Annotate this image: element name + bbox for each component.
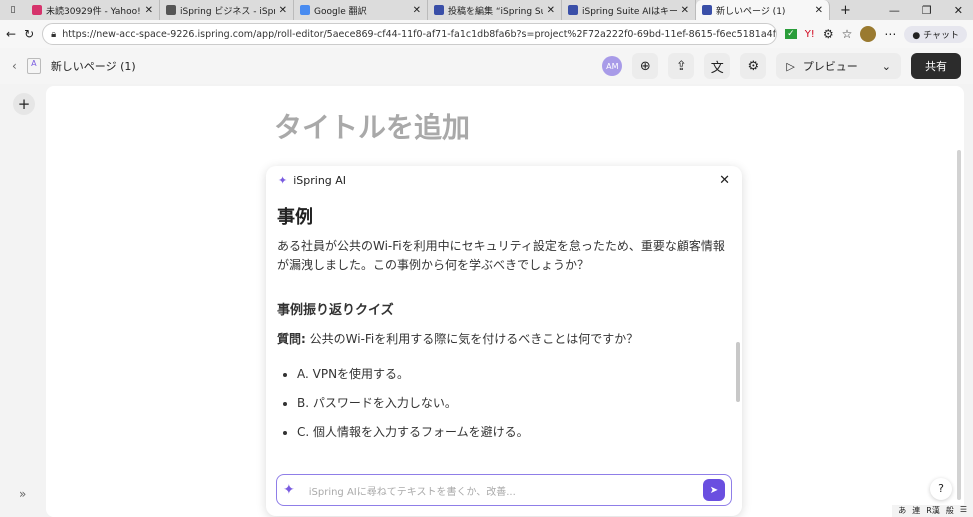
yahoo-extension-icon[interactable]: Y! (805, 29, 815, 40)
close-tab-icon[interactable]: ✕ (815, 5, 823, 16)
page-name[interactable]: 新しいページ (1) (51, 58, 136, 74)
site-icon (568, 5, 578, 15)
copilot-chat-button[interactable]: ● チャット (904, 25, 967, 43)
title-input[interactable]: タイトルを追加 (274, 106, 470, 146)
tab-actions-icon[interactable]: ▯ (0, 5, 26, 15)
settings-icon[interactable]: ⚙ (740, 53, 767, 79)
close-tab-icon[interactable]: ✕ (413, 5, 421, 16)
close-tab-icon[interactable]: ✕ (145, 5, 153, 16)
sparkle-icon: ✦ (278, 173, 288, 187)
preview-button[interactable]: ▷ プレビュー ⌄ (776, 53, 901, 79)
site-icon (434, 5, 444, 15)
question: 質問: 公共のWi-Fiを利用する際に気を付けるべきことは何ですか？ (277, 332, 639, 346)
tab-bar: ▯ 未読30929件 - Yahoo!メール✕ iSpring ビジネス - i… (0, 0, 973, 20)
ime-dictionary[interactable]: 般 (946, 505, 954, 517)
expand-sidebar-icon[interactable]: » (19, 487, 26, 501)
google-translate-icon (300, 5, 310, 15)
back-icon[interactable]: ‹ (12, 59, 17, 73)
tab-3[interactable]: 投稿を編集 “iSpring Suite AI✕ (428, 0, 562, 20)
export-icon[interactable]: ⇪ (668, 53, 695, 79)
play-icon: ▷ (786, 59, 795, 73)
ime-mode[interactable]: あ (898, 505, 906, 517)
extension-check-icon[interactable]: ✓ (785, 29, 797, 39)
tab-4[interactable]: iSpring Suite AIはキーワードから✕ (562, 0, 696, 20)
panel-scrollbar[interactable] (736, 342, 740, 402)
page-scrollbar[interactable] (957, 150, 961, 500)
share-button[interactable]: 共有 (911, 53, 961, 79)
avatar[interactable]: AM (602, 56, 623, 76)
send-button[interactable]: ➤ (703, 479, 725, 501)
editor-toolbar: ‹ A 新しいページ (1) AM ⊕ ⇪ 文 ⚙ ▷ プレビュー ⌄ 共有 (0, 48, 973, 84)
tab-0[interactable]: 未読30929件 - Yahoo!メール✕ (26, 0, 160, 20)
add-user-icon[interactable]: ⊕ (632, 53, 659, 79)
option-b: B. パスワードを入力しない。 (297, 394, 732, 413)
ime-kanji[interactable]: R漢 (926, 505, 940, 517)
profile-avatar[interactable] (860, 26, 877, 42)
sparkle-icon: ✦ (283, 482, 295, 498)
restore-icon[interactable]: ❐ (922, 4, 932, 17)
minimize-icon[interactable]: — (889, 4, 900, 17)
lock-icon: 🔒︎ (51, 28, 57, 40)
more-icon[interactable]: ⋯ (884, 27, 896, 41)
add-block-button[interactable]: + (13, 93, 35, 115)
ime-conversion[interactable]: 連 (912, 505, 920, 517)
yahoo-icon (32, 5, 42, 15)
ime-toolbar: あ 連 R漢 般 ☰ (892, 505, 973, 517)
close-tab-icon[interactable]: ✕ (547, 5, 555, 16)
close-window-icon[interactable]: ✕ (954, 4, 963, 17)
option-c: C. 個人情報を入力するフォームを避ける。 (297, 423, 732, 442)
ai-prompt-input[interactable]: ✦ iSpring AIに尋ねてテキストを書くか、改善... ➤ (276, 474, 732, 506)
tab-2[interactable]: Google 翻訳 ✕ (294, 0, 428, 20)
new-tab-icon[interactable]: + (830, 3, 861, 18)
chevron-down-icon[interactable]: ⌄ (882, 60, 891, 73)
favorites-icon[interactable]: ☆ (842, 27, 853, 41)
close-tab-icon[interactable]: ✕ (279, 5, 287, 16)
quiz-title: 事例振り返りクイズ (277, 303, 394, 318)
help-button[interactable]: ? (930, 478, 952, 500)
ispring-icon (166, 5, 176, 15)
extensions-icon[interactable]: ⚙ (823, 27, 834, 41)
case-text: ある社員が公共のWi-Fiを利用中にセキュリティ設定を怠ったため、重要な顧客情報… (277, 239, 725, 272)
tab-5[interactable]: 新しいページ (1) ✕ (696, 0, 830, 20)
ime-menu-icon[interactable]: ☰ (960, 505, 967, 517)
page-icon: A (26, 58, 41, 74)
translate-icon[interactable]: 文 (704, 53, 731, 79)
url-field[interactable]: 🔒︎ https://new-acc-space-9226.ispring.com… (42, 23, 778, 45)
ispring-ai-panel: ✦ iSpring AI ✕ 事例 ある社員が公共のWi-Fiを利用中にセキュリティ… (266, 166, 742, 516)
tab-1[interactable]: iSpring ビジネス - iSpring Suite✕ (160, 0, 294, 20)
close-icon[interactable]: ✕ (719, 173, 730, 188)
address-bar: ← ↻ 🔒︎ https://new-acc-space-9226.ispring… (0, 20, 973, 48)
ispring-icon (702, 5, 712, 15)
close-tab-icon[interactable]: ✕ (681, 5, 689, 16)
back-icon[interactable]: ← (6, 27, 16, 41)
reload-icon[interactable]: ↻ (24, 27, 34, 41)
case-heading: 事例 (277, 207, 313, 228)
option-a: A. VPNを使用する。 (297, 365, 732, 384)
